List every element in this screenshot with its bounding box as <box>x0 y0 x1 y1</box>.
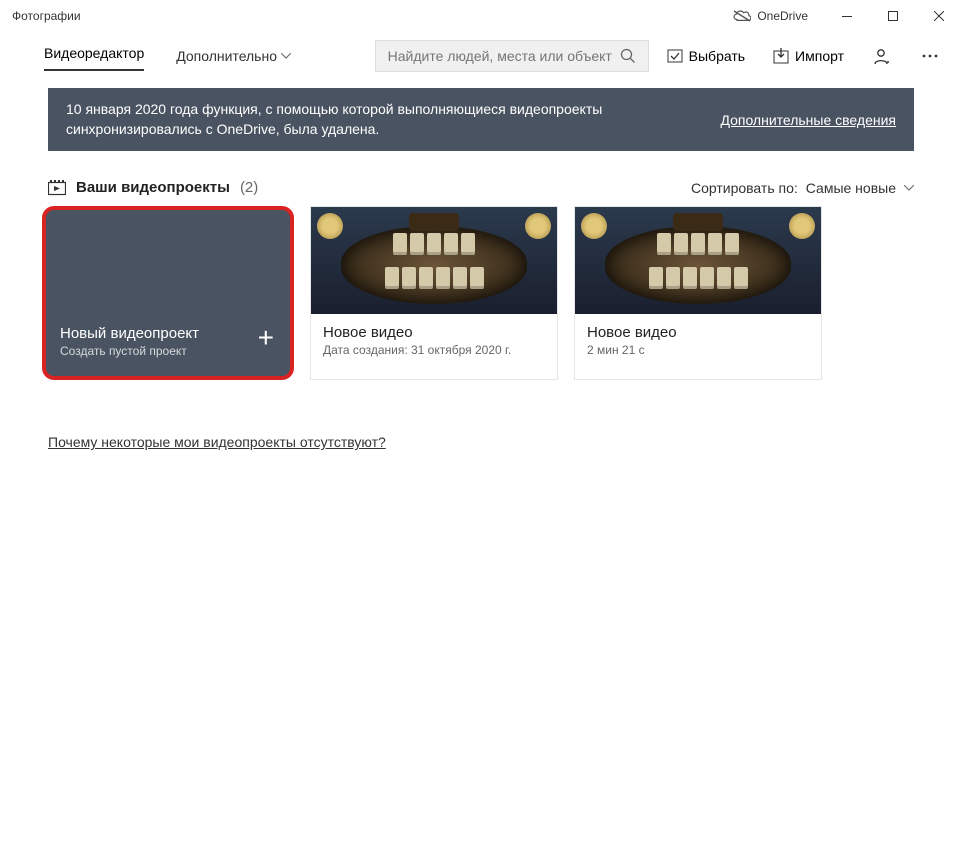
banner-text: 10 января 2020 года функция, с помощью к… <box>66 100 626 139</box>
tab-video-editor[interactable]: Видеоредактор <box>44 39 144 73</box>
tab-more-dropdown[interactable]: Дополнительно <box>176 48 291 64</box>
import-icon <box>773 48 789 64</box>
tab-more-label: Дополнительно <box>176 48 277 64</box>
close-icon <box>934 11 944 21</box>
project-card[interactable]: Новое видео 2 мин 21 с <box>574 206 822 380</box>
project-card[interactable]: Новое видео Дата создания: 31 октября 20… <box>310 206 558 380</box>
sort-label: Сортировать по: <box>691 180 798 196</box>
person-icon <box>873 47 891 65</box>
more-button[interactable] <box>910 40 950 72</box>
import-button[interactable]: Импорт <box>763 40 854 72</box>
search-button[interactable] <box>612 41 644 71</box>
select-label: Выбрать <box>689 48 745 64</box>
close-button[interactable] <box>916 0 962 32</box>
cloud-slash-icon <box>733 10 751 22</box>
projects-header-label: Ваши видеопроекты <box>76 179 230 196</box>
onedrive-button[interactable]: OneDrive <box>717 0 824 32</box>
missing-projects-link[interactable]: Почему некоторые мои видеопроекты отсутс… <box>48 434 914 450</box>
info-banner: 10 января 2020 года функция, с помощью к… <box>48 88 914 151</box>
minimize-icon <box>842 16 852 17</box>
search-icon <box>620 48 636 64</box>
chevron-down-icon <box>281 53 291 59</box>
new-project-subtitle: Создать пустой проект <box>60 344 276 358</box>
select-icon <box>667 48 683 64</box>
projects-icon <box>48 180 66 196</box>
project-thumbnail <box>311 207 557 314</box>
project-cards: Новый видеопроект Создать пустой проект … <box>42 206 920 380</box>
projects-count: (2) <box>240 179 258 196</box>
projects-header: Ваши видеопроекты (2) Сортировать по: Са… <box>48 179 914 196</box>
project-meta: Дата создания: 31 октября 2020 г. <box>323 343 545 357</box>
chevron-down-icon <box>904 185 914 191</box>
search-input[interactable] <box>388 48 612 64</box>
project-title: Новое видео <box>587 324 809 341</box>
search-box[interactable] <box>375 40 649 72</box>
sort-value: Самые новые <box>806 180 896 196</box>
maximize-button[interactable] <box>870 0 916 32</box>
project-title: Новое видео <box>323 324 545 341</box>
maximize-icon <box>888 11 898 21</box>
new-project-card[interactable]: Новый видеопроект Создать пустой проект … <box>42 206 294 380</box>
select-button[interactable]: Выбрать <box>657 40 755 72</box>
banner-link[interactable]: Дополнительные сведения <box>720 112 896 128</box>
titlebar: Фотографии OneDrive <box>0 0 962 32</box>
project-meta: 2 мин 21 с <box>587 343 809 357</box>
window-title: Фотографии <box>12 9 81 23</box>
onedrive-label: OneDrive <box>757 9 808 23</box>
import-label: Импорт <box>795 48 844 64</box>
more-icon <box>922 54 938 58</box>
minimize-button[interactable] <box>824 0 870 32</box>
plus-icon: + <box>258 322 274 354</box>
new-project-title: Новый видеопроект <box>60 325 276 342</box>
project-thumbnail <box>575 207 821 314</box>
toolbar: Видеоредактор Дополнительно Выбрать Импо… <box>0 32 962 80</box>
account-button[interactable] <box>862 40 902 72</box>
sort-dropdown[interactable]: Сортировать по: Самые новые <box>691 180 914 196</box>
